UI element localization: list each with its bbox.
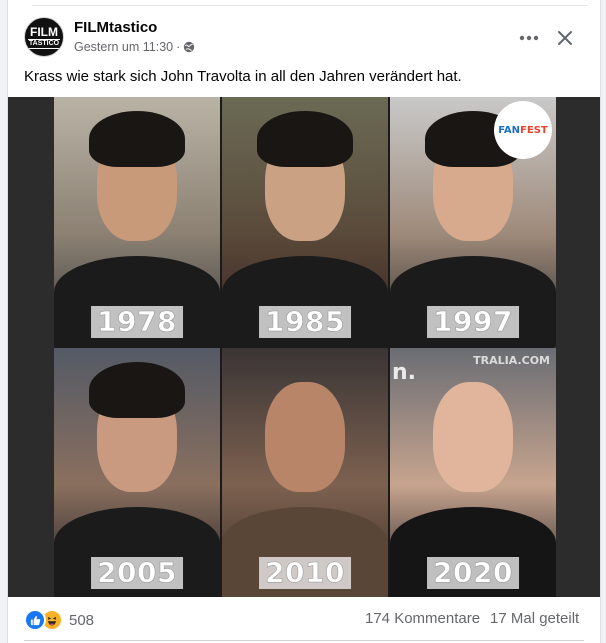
thumbs-up-icon (30, 615, 40, 625)
avatar-logo-text-top: FILM (30, 24, 58, 39)
hair-shape (257, 111, 353, 167)
more-options-button[interactable] (513, 22, 545, 54)
avatar-logo-text-bottom: TASTICO (27, 38, 61, 49)
watermark-left: n. (392, 360, 417, 385)
hair-shape (89, 362, 185, 418)
post-card: FILM TASTICO FILMtastico Gestern um 11:3… (7, 0, 601, 643)
comments-count-link[interactable]: 174 Kommentare (365, 610, 480, 627)
collage-panel: 1978 (54, 97, 220, 346)
top-divider (32, 5, 588, 6)
photo-collage: 1978 1985 FAN FEST 1997 2005 2010 n. TRA… (54, 97, 556, 597)
year-label: 1985 (259, 305, 351, 338)
timestamp-link[interactable]: Gestern um 11:30 (74, 40, 173, 54)
page-name-link[interactable]: FILMtastico (74, 19, 157, 36)
footer-divider (24, 640, 584, 641)
like-icon (24, 609, 46, 631)
close-button[interactable] (549, 22, 581, 54)
watermark-right: TRALIA.COM (473, 354, 550, 367)
year-label: 1978 (91, 305, 183, 338)
reactions-summary[interactable]: 508 (24, 609, 94, 631)
collage-panel: FAN FEST 1997 (390, 97, 556, 346)
year-label: 2005 (91, 556, 183, 589)
reaction-count: 508 (69, 611, 95, 629)
more-horizontal-icon (519, 35, 539, 41)
year-label: 2010 (259, 556, 351, 589)
post-caption: Krass wie stark sich John Travolta in al… (24, 68, 462, 85)
page-avatar[interactable]: FILM TASTICO (24, 17, 64, 57)
fanfest-badge-fan: FAN (498, 124, 521, 136)
year-label: 2020 (427, 556, 519, 589)
meta-separator: · (176, 40, 181, 54)
face-shape (433, 382, 513, 492)
collage-panel: 1985 (222, 97, 388, 346)
post-meta: Gestern um 11:30 · (74, 40, 195, 54)
hair-shape (89, 111, 185, 167)
fanfest-badge: FAN FEST (494, 101, 552, 159)
globe-icon[interactable] (183, 41, 195, 53)
collage-panel: 2005 (54, 348, 220, 597)
face-shape (265, 382, 345, 492)
collage-panel: 2010 (222, 348, 388, 597)
post-photo[interactable]: 1978 1985 FAN FEST 1997 2005 2010 n. TRA… (8, 97, 600, 597)
year-label: 1997 (427, 305, 519, 338)
laughing-face-icon (47, 617, 57, 626)
fanfest-badge-fest: FEST (520, 124, 548, 136)
shares-count-link[interactable]: 17 Mal geteilt (490, 610, 579, 627)
collage-panel: n. TRALIA.COM 2020 (390, 348, 556, 597)
close-icon (558, 31, 572, 45)
